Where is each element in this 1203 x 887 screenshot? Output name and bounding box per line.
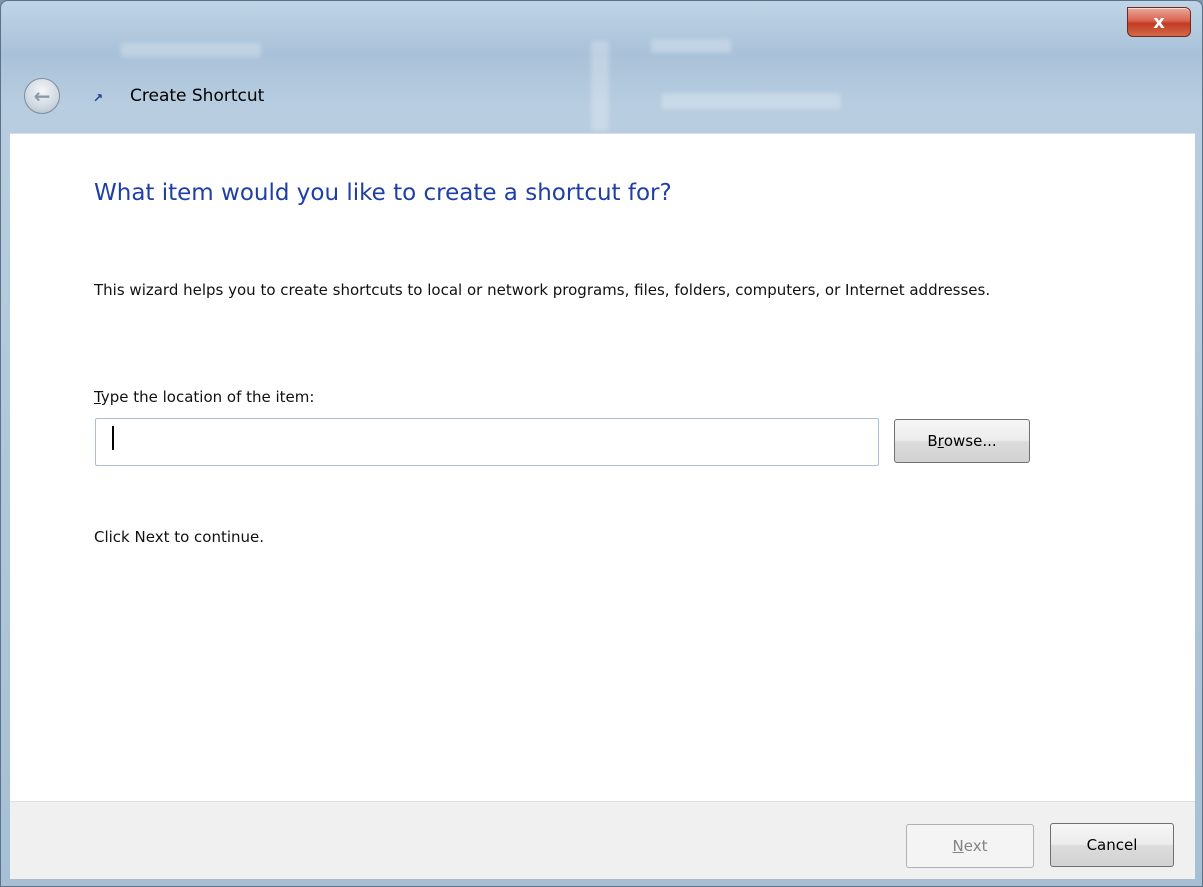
browse-label-prefix: B [927, 432, 938, 450]
location-label-accelerator: T [94, 388, 101, 406]
browse-label-rest: owse... [943, 432, 997, 450]
close-icon: x [1153, 11, 1165, 33]
next-button[interactable]: Next [906, 824, 1034, 868]
title-bar: x ← ↗ Create Shortcut [1, 1, 1202, 133]
create-shortcut-window: x ← ↗ Create Shortcut What item would yo… [0, 0, 1203, 887]
close-button[interactable]: x [1127, 7, 1191, 37]
back-button[interactable]: ← [24, 78, 60, 114]
wizard-description: This wizard helps you to create shortcut… [94, 281, 991, 299]
window-title: Create Shortcut [130, 86, 265, 106]
shortcut-wizard-icon: ↗ [92, 91, 104, 105]
text-caret [112, 426, 114, 450]
wizard-footer: Next Cancel [10, 801, 1195, 879]
wizard-content: What item would you like to create a sho… [10, 133, 1195, 801]
back-arrow-icon: ← [33, 84, 51, 108]
cancel-button[interactable]: Cancel [1050, 823, 1174, 867]
browse-button[interactable]: Br owse... [894, 419, 1030, 463]
location-label-text: ype the location of the item: [100, 388, 315, 406]
location-input[interactable] [95, 418, 879, 466]
location-label: Type the location of the item: [94, 388, 314, 406]
continue-hint: Click Next to continue. [94, 528, 265, 546]
next-label-rest: ext [963, 837, 988, 855]
next-label-accelerator: N [952, 837, 964, 855]
wizard-heading: What item would you like to create a sho… [94, 180, 672, 206]
